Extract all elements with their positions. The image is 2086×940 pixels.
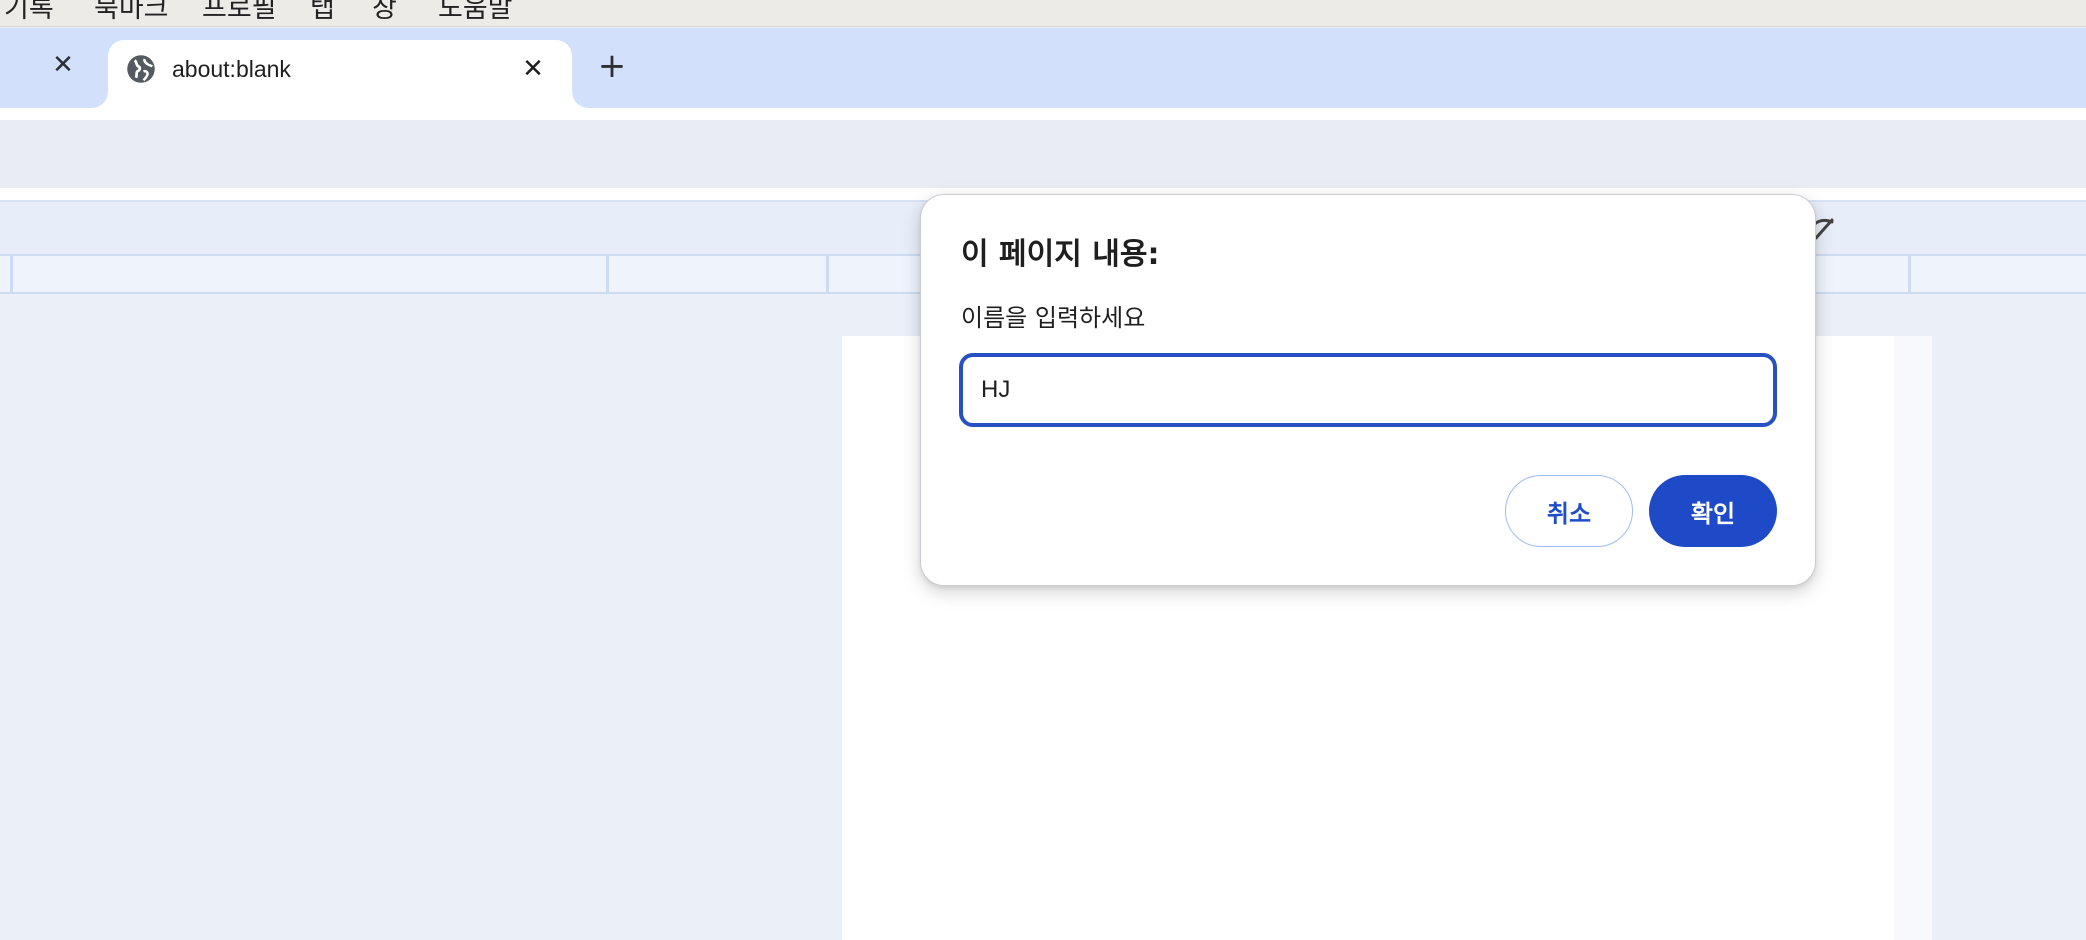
page-edge xyxy=(1894,336,1932,940)
ok-button[interactable]: 확인 xyxy=(1649,475,1777,547)
cancel-button[interactable]: 취소 xyxy=(1505,475,1633,547)
ruler-divider xyxy=(826,256,829,294)
ruler-divider xyxy=(10,256,13,294)
dialog-title: 이 페이지 내용: xyxy=(961,237,1160,272)
browser-toolbar xyxy=(0,120,2086,188)
separator xyxy=(0,108,2086,120)
menu-profiles[interactable]: 프로필 xyxy=(202,0,277,25)
tab-about-blank[interactable]: about:blank ✕ xyxy=(92,40,588,108)
dialog-message: 이름을 입력하세요 xyxy=(961,304,1146,332)
ruler-divider xyxy=(606,256,609,294)
name-input[interactable] xyxy=(959,353,1777,427)
close-icon[interactable]: ✕ xyxy=(48,50,78,80)
prompt-dialog: 이 페이지 내용: 이름을 입력하세요 취소 확인 xyxy=(920,194,1816,586)
menu-bookmarks[interactable]: 북마크 xyxy=(94,0,169,25)
menu-history[interactable]: 기록 xyxy=(4,0,54,25)
menu-help[interactable]: 도움말 xyxy=(438,0,513,25)
ruler-divider xyxy=(1908,256,1911,294)
tab-title: about:blank xyxy=(172,56,291,82)
menu-tab[interactable]: 탭 xyxy=(310,0,335,25)
menu-bar: 기록 북마크 프로필 탭 창 도움말 xyxy=(0,0,2086,27)
globe-icon xyxy=(127,55,155,83)
plus-icon[interactable]: + xyxy=(596,46,628,86)
menu-window[interactable]: 창 xyxy=(372,0,397,25)
close-icon[interactable]: ✕ xyxy=(518,54,548,84)
